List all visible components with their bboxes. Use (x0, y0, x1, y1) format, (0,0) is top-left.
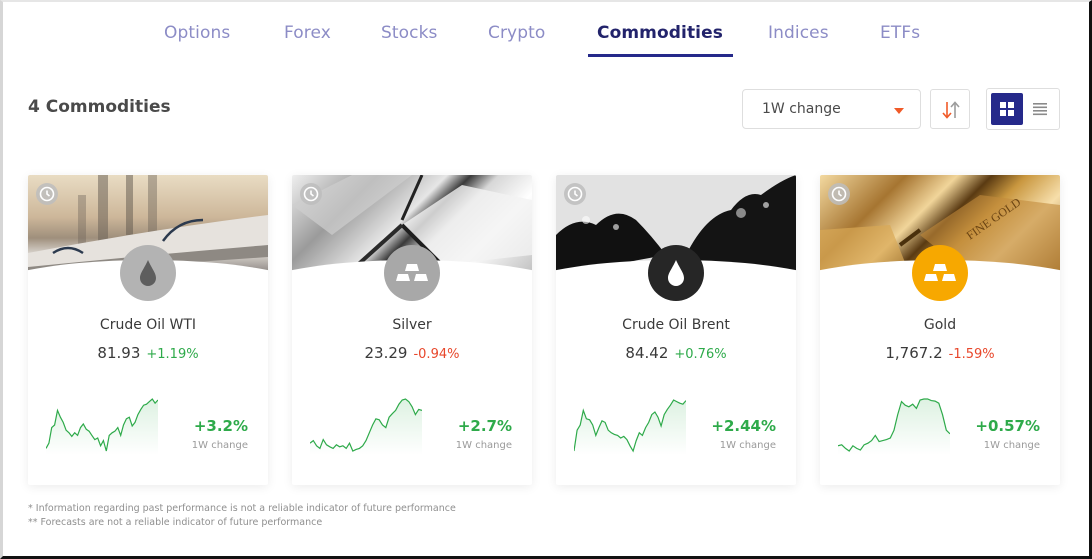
results-count-title: 4 Commodities (28, 97, 171, 117)
asset-class-tabs: Options Forex Stocks Crypto Commodities … (0, 19, 1092, 59)
oil-drop-icon (120, 245, 176, 301)
commodity-card-crude-oil-wti[interactable]: Crude Oil WTI 81.93 +1.19% +3.2% 1W chang… (28, 175, 268, 485)
sort-by-select[interactable]: 1W change (742, 89, 921, 129)
daily-change: -0.94% (413, 347, 460, 362)
commodity-price: 1,767.2 (885, 344, 943, 362)
sparkline-chart (574, 399, 686, 455)
bullion-icon (912, 245, 968, 301)
commodity-price: 81.93 (97, 344, 141, 362)
history-clock-icon[interactable] (828, 183, 850, 205)
weekly-change-value: +0.57% (975, 417, 1040, 435)
weekly-change-value: +3.2% (193, 417, 248, 435)
grid-icon (1000, 102, 1014, 116)
history-clock-icon[interactable] (564, 183, 586, 205)
commodity-name: Gold (923, 317, 957, 333)
weekly-change-value: +2.7% (457, 417, 512, 435)
tab-indices[interactable]: Indices (768, 19, 829, 57)
bullion-icon (384, 245, 440, 301)
daily-change: +1.19% (146, 347, 199, 362)
history-clock-icon[interactable] (300, 183, 322, 205)
grid-view-button[interactable] (991, 93, 1023, 125)
weekly-change-label: 1W change (455, 440, 512, 451)
sort-direction-button[interactable] (930, 89, 970, 129)
sort-arrows-icon (942, 101, 960, 119)
sparkline-chart (838, 398, 950, 455)
tab-stocks[interactable]: Stocks (381, 19, 438, 57)
list-icon (1033, 103, 1047, 116)
commodity-name: Silver (392, 317, 432, 333)
commodity-card-gold[interactable]: FINE GOLD Gold 1,767.2 -1.59% +0.57% 1W c… (820, 175, 1060, 485)
footnote-past-performance: * Information regarding past performance… (28, 503, 456, 514)
view-mode-toggle (986, 88, 1060, 130)
commodity-price: 84.42 (625, 344, 669, 362)
history-clock-icon[interactable] (36, 183, 58, 205)
tab-etfs[interactable]: ETFs (880, 19, 920, 57)
sort-by-value: 1W change (762, 101, 841, 117)
tab-commodities[interactable]: Commodities (588, 19, 733, 57)
sparkline-area (46, 399, 158, 455)
sparkline-area (310, 399, 422, 455)
weekly-change-value: +2.44% (711, 417, 776, 435)
footnote-forecasts: ** Forecasts are not a reliable indicato… (28, 517, 323, 528)
weekly-change-label: 1W change (191, 440, 248, 451)
weekly-change-label: 1W change (983, 440, 1040, 451)
weekly-change-label: 1W change (719, 440, 776, 451)
sparkline-chart (310, 398, 422, 455)
daily-change: -1.59% (948, 347, 995, 362)
sparkline-chart (46, 398, 158, 455)
tab-forex[interactable]: Forex (284, 19, 331, 57)
commodity-name: Crude Oil Brent (622, 317, 730, 333)
tab-crypto[interactable]: Crypto (488, 19, 545, 57)
oil-drop-icon (648, 245, 704, 301)
chevron-down-icon (894, 108, 904, 114)
commodity-card-crude-oil-brent[interactable]: Crude Oil Brent 84.42 +0.76% +2.44% 1W ch… (556, 175, 796, 485)
commodity-card-silver[interactable]: Silver 23.29 -0.94% +2.7% 1W change (292, 175, 532, 485)
tab-options[interactable]: Options (164, 19, 230, 57)
list-view-button[interactable] (1024, 93, 1056, 125)
disclaimer-footnotes: * Information regarding past performance… (28, 502, 456, 530)
commodity-name: Crude Oil WTI (99, 317, 197, 333)
commodity-price: 23.29 (364, 344, 408, 362)
daily-change: +0.76% (674, 347, 727, 362)
